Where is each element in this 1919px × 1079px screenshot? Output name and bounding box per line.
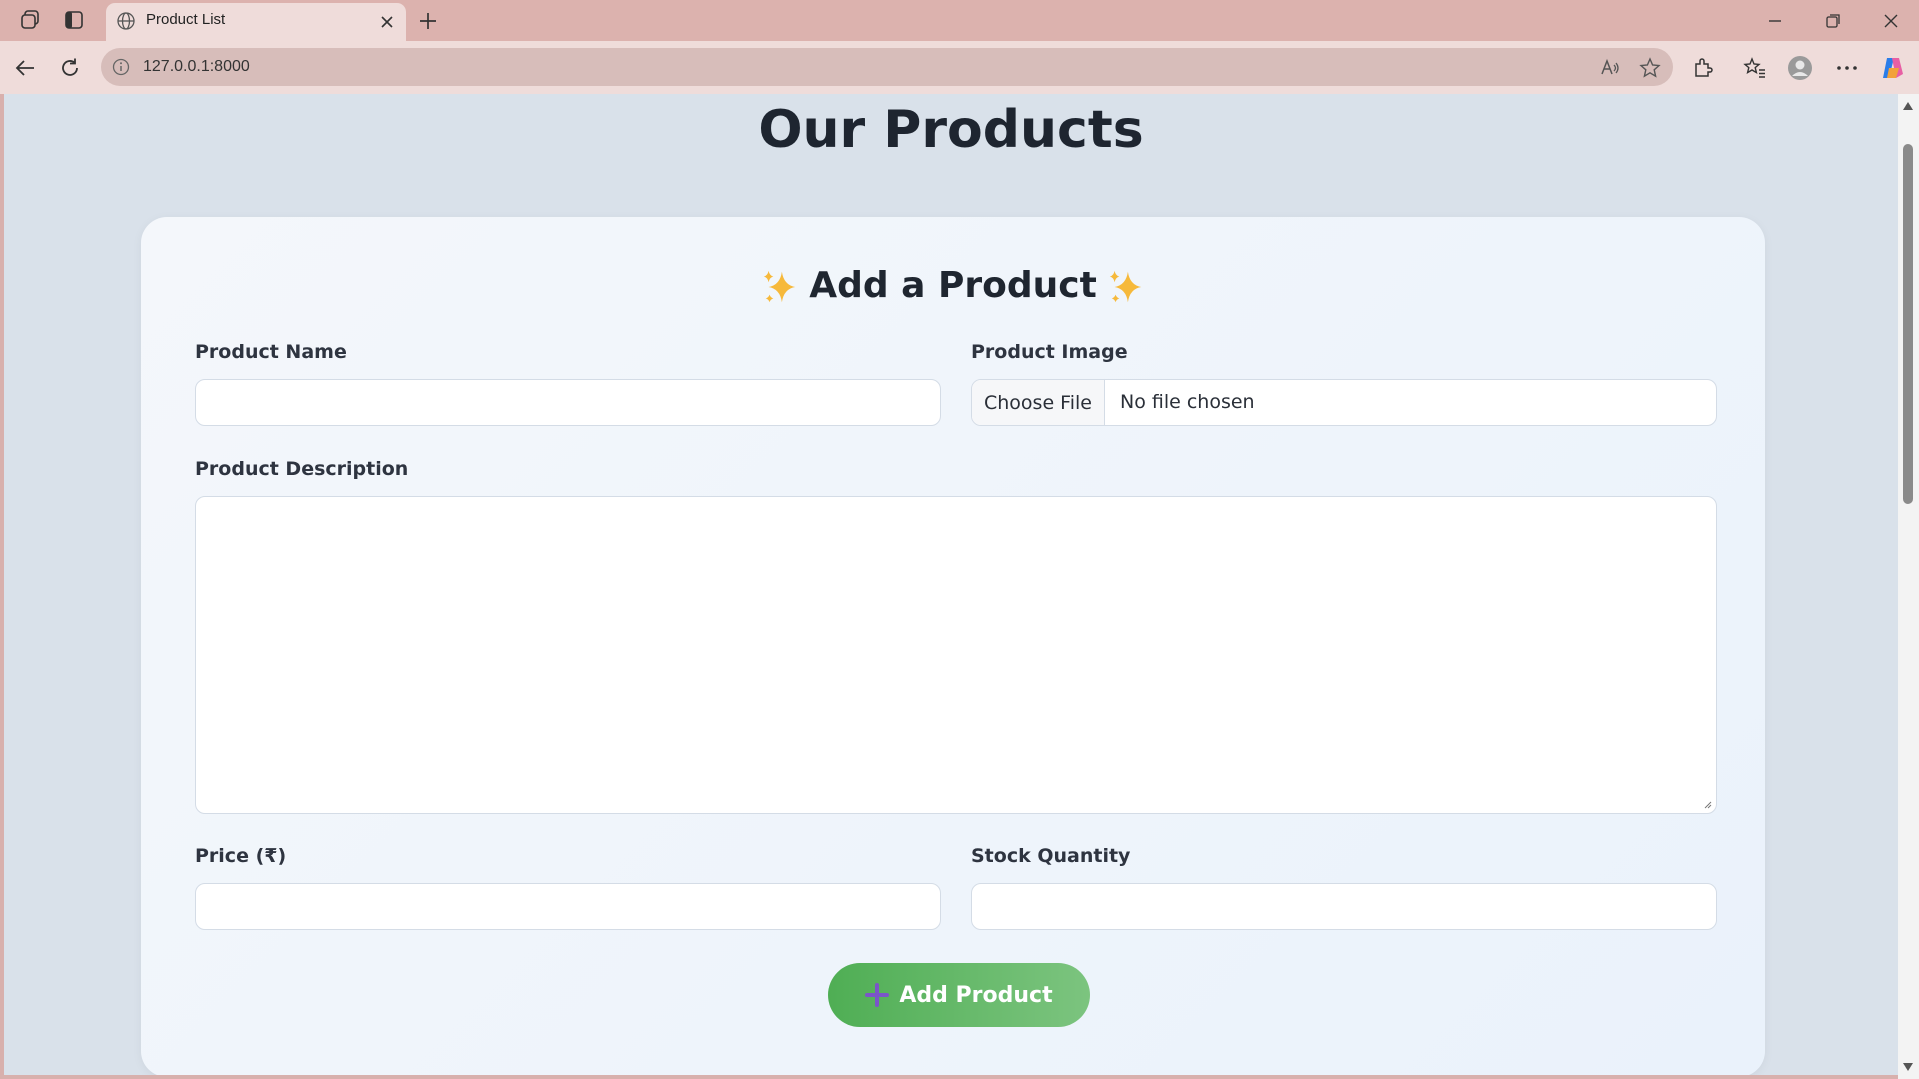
stock-quantity-input[interactable] bbox=[971, 883, 1717, 930]
resize-handle-icon[interactable] bbox=[1702, 799, 1712, 809]
product-name-input[interactable] bbox=[195, 379, 941, 426]
vertical-tabs-icon[interactable] bbox=[62, 8, 86, 32]
add-product-card: Add a Product Product Name Product Image… bbox=[141, 217, 1765, 1077]
page-title: Our Products bbox=[758, 100, 1144, 160]
product-name-label: Product Name bbox=[195, 341, 347, 363]
tab-product-list[interactable]: Product List bbox=[106, 3, 406, 41]
profile-avatar-icon[interactable] bbox=[1785, 53, 1815, 83]
browser-toolbar: 127.0.0.1:8000 bbox=[0, 41, 1919, 94]
workspaces-icon[interactable] bbox=[18, 8, 42, 32]
minimize-icon[interactable] bbox=[1760, 8, 1790, 34]
page-scrollbar[interactable] bbox=[1898, 94, 1919, 1079]
sparkles-icon bbox=[764, 270, 796, 303]
window-bottom-border bbox=[0, 1075, 1898, 1079]
product-description-textarea[interactable] bbox=[195, 496, 1717, 814]
form-title: Add a Product bbox=[141, 265, 1765, 306]
url-text: 127.0.0.1:8000 bbox=[143, 58, 250, 75]
scroll-up-arrow-icon[interactable] bbox=[1903, 102, 1913, 110]
plus-icon bbox=[865, 983, 890, 1007]
globe-icon bbox=[116, 11, 138, 33]
favorite-star-icon[interactable] bbox=[1637, 55, 1663, 81]
browser-tab-bar: Product List bbox=[0, 0, 1919, 41]
address-bar[interactable]: 127.0.0.1:8000 bbox=[101, 48, 1673, 86]
tab-title: Product List bbox=[146, 11, 226, 28]
price-input[interactable] bbox=[195, 883, 941, 930]
back-arrow-icon[interactable] bbox=[10, 53, 40, 83]
choose-file-button[interactable]: Choose File bbox=[972, 380, 1105, 425]
price-label: Price (₹) bbox=[195, 845, 287, 867]
scroll-down-arrow-icon[interactable] bbox=[1903, 1063, 1913, 1071]
new-tab-plus-icon[interactable] bbox=[414, 7, 442, 35]
more-menu-icon[interactable] bbox=[1832, 53, 1862, 83]
read-aloud-icon[interactable] bbox=[1597, 55, 1623, 81]
favorites-list-icon[interactable] bbox=[1740, 53, 1770, 83]
tab-close-icon[interactable] bbox=[376, 11, 398, 33]
copilot-icon[interactable] bbox=[1878, 53, 1908, 83]
extensions-icon[interactable] bbox=[1688, 53, 1718, 83]
window-close-icon[interactable] bbox=[1876, 8, 1906, 34]
product-image-label: Product Image bbox=[971, 341, 1128, 363]
page-viewport: Our Products Add a Product Product Name … bbox=[4, 94, 1898, 1079]
stock-quantity-label: Stock Quantity bbox=[971, 845, 1131, 867]
form-title-text: Add a Product bbox=[809, 265, 1097, 306]
add-product-button[interactable]: Add Product bbox=[828, 963, 1090, 1027]
restore-icon[interactable] bbox=[1818, 8, 1848, 34]
site-info-icon[interactable] bbox=[112, 58, 130, 76]
product-image-file-input[interactable]: Choose File No file chosen bbox=[971, 379, 1717, 426]
sparkles-icon bbox=[1109, 270, 1141, 303]
scrollbar-thumb[interactable] bbox=[1903, 144, 1913, 504]
add-product-button-label: Add Product bbox=[899, 982, 1053, 1008]
product-description-label: Product Description bbox=[195, 458, 409, 480]
reload-icon[interactable] bbox=[55, 53, 85, 83]
file-status-text: No file chosen bbox=[1120, 391, 1255, 413]
